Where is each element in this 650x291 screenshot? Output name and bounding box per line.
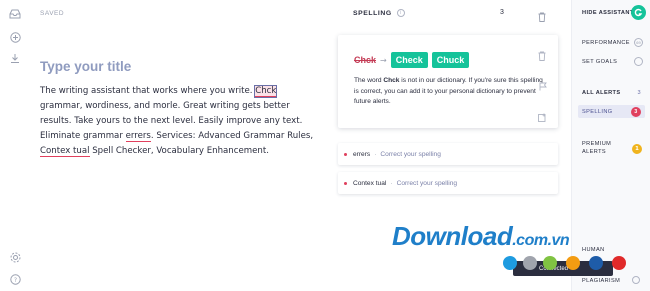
left-rail: ? (0, 0, 30, 291)
document-title[interactable]: Type your title (40, 59, 131, 74)
set-goals-link[interactable]: SET GOALS (582, 59, 617, 65)
assistant-header-label: SPELLING (353, 9, 392, 17)
color-dot (589, 256, 603, 270)
explanation-word: Chck (383, 77, 400, 84)
assistant-header: SPELLING i (353, 9, 405, 17)
download-icon[interactable] (8, 51, 22, 65)
plagiarism-link[interactable]: PLAGIARISM (582, 278, 620, 284)
trash-icon[interactable] (538, 7, 546, 22)
alert-separator: · (374, 150, 377, 158)
body-text: The writing assistant that works where y… (40, 86, 256, 96)
watermark-main: Download (392, 221, 513, 251)
suggestion-button[interactable]: Chuck (431, 52, 470, 68)
color-dot (503, 256, 517, 270)
info-icon[interactable]: i (396, 9, 405, 17)
premium-alerts-label[interactable]: ALERTS (582, 149, 606, 155)
alert-word: errers (353, 150, 371, 158)
document-body[interactable]: The writing assistant that works where y… (40, 84, 315, 159)
add-to-dictionary-icon[interactable] (538, 107, 547, 126)
suggestion-button[interactable]: Check (390, 52, 428, 68)
svg-text:?: ? (13, 277, 16, 284)
settings-icon[interactable] (8, 250, 22, 264)
alert-count-badge: 3 (637, 89, 641, 96)
spelling-error-highlight[interactable]: errers (125, 131, 151, 142)
arrow-right-icon: → (380, 55, 387, 65)
watermark-logo: Download.com.vn (392, 221, 570, 252)
alert-item[interactable]: errers · Correct your spelling (338, 143, 558, 165)
sidebar-item-label: ALL ALERTS (582, 89, 621, 96)
alert-item[interactable]: Contex tual · Correct your spelling (338, 172, 558, 194)
suggestion-row: Chck → Check Chuck (354, 52, 470, 68)
alert-message: Correct your spelling (396, 179, 458, 187)
performance-link[interactable]: PERFORMANCE (582, 40, 630, 46)
dismiss-trash-icon[interactable] (538, 46, 546, 65)
alert-separator: · (390, 179, 393, 187)
grammarly-logo-icon[interactable] (631, 5, 646, 20)
goals-icon (634, 57, 643, 66)
saved-status: SAVED (40, 10, 65, 17)
error-dot-icon (344, 181, 347, 185)
alert-count: 3 (500, 9, 504, 16)
color-dot (543, 256, 557, 270)
color-dot (566, 256, 580, 270)
premium-alerts-label[interactable]: PREMIUM (582, 141, 611, 147)
body-text: Spell Checker, Vocabulary Enhancement. (89, 146, 269, 156)
color-dot (523, 256, 537, 270)
color-dot (612, 256, 626, 270)
help-icon[interactable]: ? (8, 272, 22, 286)
premium-count-badge: 1 (632, 144, 642, 154)
misspelled-word: Chck (354, 55, 377, 65)
sidebar-item-all-alerts[interactable]: ALL ALERTS 3 (578, 86, 645, 99)
sidebar-item-spelling[interactable]: SPELLING 3 (578, 105, 645, 118)
suggestion-card: Chck → Check Chuck The word Chck is not … (338, 35, 558, 128)
explanation-text: The word (354, 77, 384, 84)
alert-word: Contex tual (353, 179, 387, 187)
spelling-error-highlight[interactable]: Contex tual (40, 146, 90, 157)
new-document-icon[interactable] (8, 30, 22, 44)
flag-icon[interactable] (539, 76, 547, 95)
human-proofreader-link[interactable]: HUMAN (582, 247, 605, 253)
suggestion-explanation: The word Chck is not in our dictionary. … (354, 76, 544, 108)
body-text: . Services: Advanced Grammar Rules, (150, 131, 314, 141)
sidebar-item-label: SPELLING (582, 108, 613, 115)
error-dot-icon (344, 152, 347, 156)
inbox-icon[interactable] (8, 7, 22, 21)
hide-assistant-button[interactable]: HIDE ASSISTANT (582, 10, 634, 16)
assistant-sidebar: HIDE ASSISTANT PERFORMANCE 69 SET GOALS … (571, 0, 650, 291)
spelling-error-highlight[interactable]: Chck (254, 85, 278, 98)
plagiarism-icon (632, 276, 640, 284)
spelling-count-badge: 3 (631, 106, 641, 117)
performance-score-icon: 69 (634, 38, 643, 47)
alert-message: Correct your spelling (380, 150, 441, 158)
watermark-sub: .com.vn (512, 232, 570, 249)
